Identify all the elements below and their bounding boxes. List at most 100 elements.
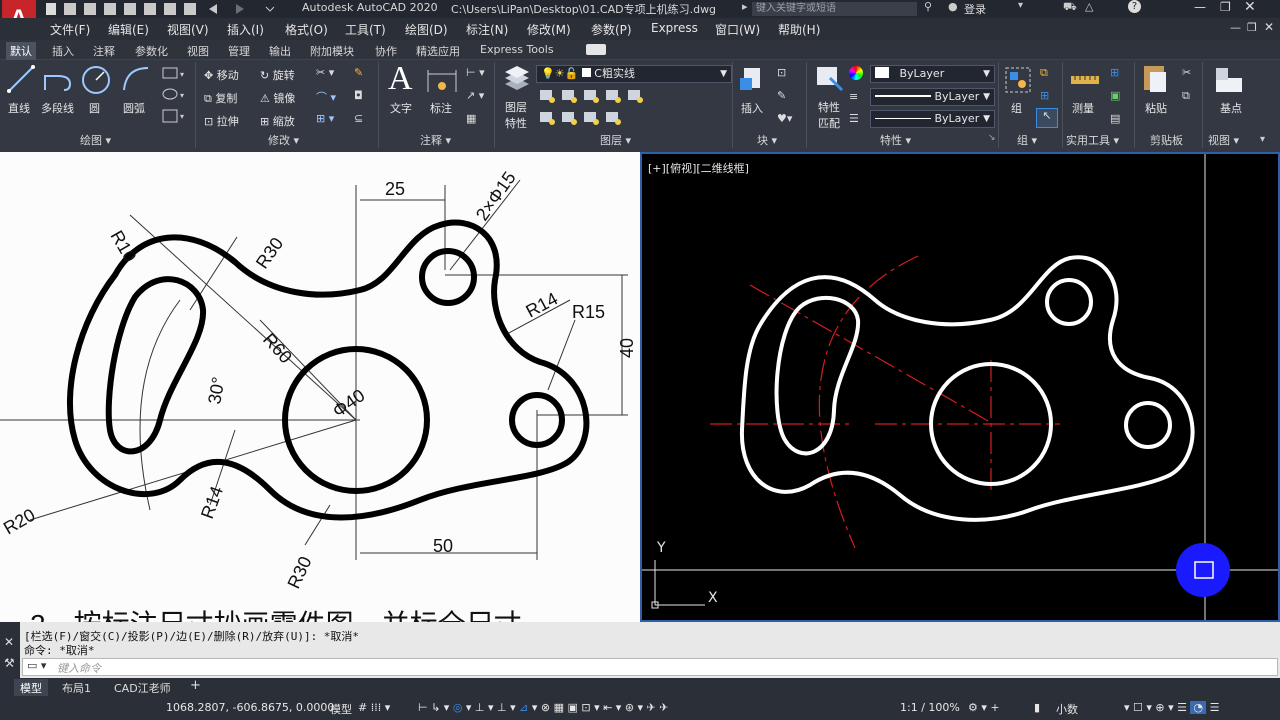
utility-icon-2[interactable]: ▣ bbox=[1110, 89, 1120, 102]
group-select-icon[interactable]: ↖ bbox=[1036, 108, 1058, 128]
circle-button[interactable]: 圆 bbox=[89, 100, 100, 116]
color-wheel-icon[interactable] bbox=[849, 66, 863, 80]
fillet-icon[interactable]: ⌒ ▾ bbox=[316, 89, 336, 105]
tab-parametric[interactable]: 参数化 bbox=[131, 42, 172, 60]
array-icon[interactable]: ⊞ ▾ bbox=[316, 112, 334, 125]
copy-button[interactable]: ⧉ 复制 bbox=[204, 90, 237, 106]
utility-icon-1[interactable]: ⊞ bbox=[1110, 66, 1119, 79]
ungroup-icon[interactable]: ⧉ bbox=[1040, 66, 1048, 80]
annotation-scale[interactable]: 1:1 / 100% bbox=[900, 701, 960, 714]
ribbon-toggle-icon[interactable] bbox=[586, 44, 606, 55]
tab-output[interactable]: 输出 bbox=[265, 42, 295, 60]
doc-restore-button[interactable]: ❐ bbox=[1247, 21, 1257, 34]
match-properties-button[interactable]: 特性 bbox=[818, 99, 840, 115]
binoculars-icon[interactable]: ⚲ bbox=[924, 0, 932, 13]
polyline-button[interactable]: 多段线 bbox=[41, 100, 74, 116]
tab-express-tools[interactable]: Express Tools bbox=[476, 42, 558, 57]
menu-draw[interactable]: 绘图(D) bbox=[405, 21, 448, 38]
tab-collaborate[interactable]: 协作 bbox=[371, 42, 401, 60]
doc-close-button[interactable]: ✕ bbox=[1264, 20, 1274, 34]
menu-tools[interactable]: 工具(T) bbox=[345, 21, 386, 38]
close-icon[interactable]: ✕ bbox=[4, 635, 14, 649]
close-button[interactable]: ✕ bbox=[1244, 0, 1256, 15]
text-button[interactable]: 文字 bbox=[390, 100, 412, 116]
text-icon[interactable]: A bbox=[388, 60, 413, 98]
arc-icon[interactable] bbox=[120, 64, 152, 94]
match-properties-icon[interactable] bbox=[814, 64, 844, 94]
group-panel-title[interactable]: 组 ▾ bbox=[1017, 132, 1037, 148]
menu-modify[interactable]: 修改(M) bbox=[527, 21, 571, 38]
login-button[interactable]: 登录 bbox=[964, 1, 986, 17]
menu-window[interactable]: 窗口(W) bbox=[715, 21, 760, 38]
table-icon[interactable]: ▦ bbox=[466, 112, 476, 125]
status-tools-icons[interactable]: ▾ ☐ ▾ ⊕ ▾ ☰ ◔ ☰ bbox=[1124, 701, 1219, 714]
command-prompt-icon[interactable]: ▭ ▾ bbox=[27, 659, 46, 672]
modify-panel-title[interactable]: 修改 ▾ bbox=[268, 132, 299, 148]
help-triangle-icon[interactable]: △ bbox=[1085, 0, 1093, 13]
dimension-icon[interactable] bbox=[424, 64, 460, 96]
draw-panel-title[interactable]: 绘图 ▾ bbox=[80, 132, 111, 148]
paste-icon[interactable] bbox=[1140, 62, 1170, 94]
units-display[interactable]: 小数 bbox=[1056, 701, 1078, 717]
linetype-dropdown[interactable]: ByLayer ▼ bbox=[870, 88, 995, 106]
menu-express[interactable]: Express bbox=[651, 21, 698, 35]
linetype-icon[interactable]: ≡ bbox=[849, 90, 858, 103]
draw-tools-icons[interactable]: ▾ ▾ ▾ bbox=[160, 64, 190, 130]
base-view-icon[interactable] bbox=[1214, 66, 1246, 94]
units-icon[interactable]: ▮ bbox=[1034, 701, 1040, 714]
base-view-button[interactable]: 基点 bbox=[1220, 100, 1242, 116]
utilities-panel-title[interactable]: 实用工具 ▾ bbox=[1066, 132, 1119, 148]
user-icon[interactable]: ● bbox=[948, 0, 958, 13]
polyline-icon[interactable] bbox=[42, 64, 74, 94]
dimension-button[interactable]: 标注 bbox=[430, 100, 452, 116]
arc-button[interactable]: 圆弧 bbox=[123, 100, 145, 116]
menu-view[interactable]: 视图(V) bbox=[167, 21, 209, 38]
tab-layout1[interactable]: 布局1 bbox=[62, 680, 91, 696]
menu-dimension[interactable]: 标注(N) bbox=[466, 21, 508, 38]
group-button[interactable]: 组 bbox=[1011, 100, 1022, 116]
tab-model[interactable]: 模型 bbox=[14, 679, 48, 697]
measure-button[interactable]: 测量 bbox=[1072, 100, 1094, 116]
scale-button[interactable]: ⊞ 缩放 bbox=[260, 113, 295, 129]
match-properties-button-2[interactable]: 匹配 bbox=[818, 115, 840, 131]
model-viewport[interactable]: [+][俯视][二维线框] Y X bbox=[640, 152, 1280, 622]
insert-button[interactable]: 插入 bbox=[741, 100, 763, 116]
group-icon[interactable] bbox=[1004, 66, 1032, 94]
cart-icon[interactable]: ⛟ bbox=[1063, 0, 1077, 15]
tab-layout-cad[interactable]: CAD江老师 bbox=[114, 680, 171, 696]
layer-properties-icon[interactable] bbox=[502, 64, 532, 94]
chevron-right-icon[interactable]: ▸ bbox=[742, 0, 748, 13]
tab-addins[interactable]: 附加模块 bbox=[306, 42, 358, 60]
paste-button[interactable]: 粘贴 bbox=[1145, 100, 1167, 116]
menu-help[interactable]: 帮助(H) bbox=[778, 21, 820, 38]
model-space-button[interactable]: 模型 bbox=[330, 701, 352, 717]
annotation-panel-title[interactable]: 注释 ▾ bbox=[420, 132, 451, 148]
move-button[interactable]: ✥ 移动 bbox=[204, 67, 239, 83]
circle-icon[interactable] bbox=[80, 64, 112, 96]
coordinates-readout[interactable]: 1068.2807, -606.8675, 0.0000 bbox=[166, 701, 334, 714]
insert-block-icon[interactable] bbox=[738, 64, 768, 94]
copy-clip-icon[interactable]: ⧉ bbox=[1182, 89, 1190, 103]
menu-edit[interactable]: 编辑(E) bbox=[108, 21, 149, 38]
layer-dropdown[interactable]: 💡☀🔓 C粗实线 ▼ bbox=[536, 65, 732, 83]
layer-tools-icons[interactable] bbox=[538, 88, 648, 128]
block-attr-icon[interactable]: ♥▾ bbox=[777, 112, 792, 125]
erase-icon[interactable]: ✎ bbox=[354, 66, 363, 79]
rotate-button[interactable]: ↻ 旋转 bbox=[260, 67, 295, 83]
calculator-icon[interactable]: ▤ bbox=[1110, 112, 1120, 125]
tab-annotate[interactable]: 注释 bbox=[89, 42, 119, 60]
leader-icon[interactable]: ↗ ▾ bbox=[466, 89, 484, 102]
edit-block-icon[interactable]: ✎ bbox=[777, 89, 786, 102]
lineweight-icon[interactable]: ☰ bbox=[849, 112, 859, 125]
add-layout-button[interactable]: + bbox=[190, 678, 201, 693]
ribbon-more-icon[interactable]: ▾ bbox=[1260, 134, 1265, 145]
offset-icon[interactable]: ⊆ bbox=[354, 112, 363, 125]
line-button[interactable]: 直线 bbox=[8, 100, 30, 116]
trim-icon[interactable]: ✂ ▾ bbox=[316, 66, 334, 79]
explode-icon[interactable]: ◘ bbox=[354, 89, 363, 102]
cut-icon[interactable]: ✂ bbox=[1182, 66, 1191, 79]
stretch-button[interactable]: ⊡ 拉伸 bbox=[204, 113, 239, 129]
minimize-button[interactable]: — bbox=[1194, 0, 1206, 14]
restore-button[interactable]: ❐ bbox=[1220, 0, 1231, 14]
create-block-icon[interactable]: ⊡ bbox=[777, 66, 786, 79]
